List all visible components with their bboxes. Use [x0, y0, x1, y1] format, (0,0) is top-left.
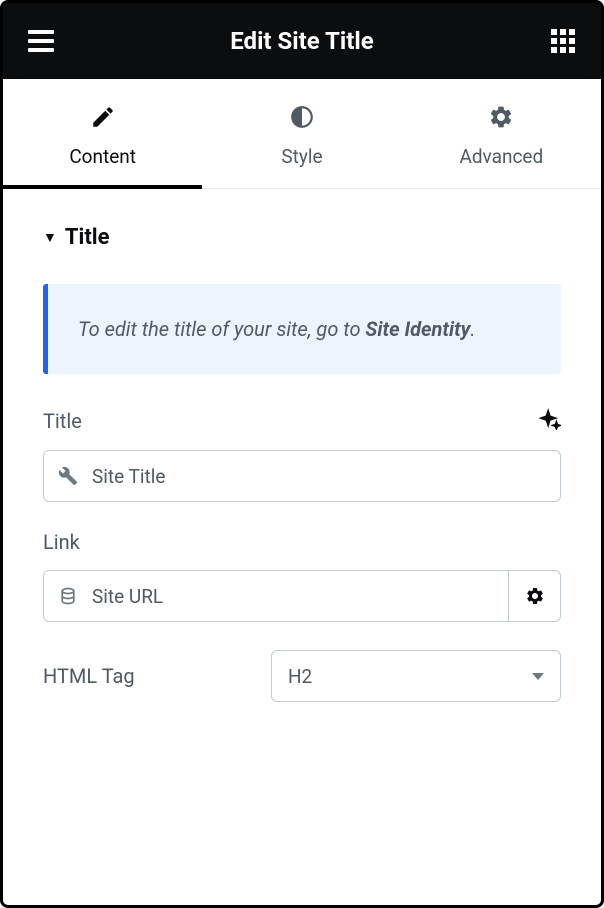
tab-label: Style [281, 145, 322, 168]
info-text-prefix: To edit the title of your site, go to [78, 317, 365, 341]
wrench-icon [58, 466, 78, 486]
tab-style[interactable]: Style [202, 79, 401, 188]
html-tag-value: H2 [288, 665, 312, 688]
dropdown-icon [532, 673, 544, 680]
link-options-button[interactable] [509, 570, 561, 622]
tab-advanced[interactable]: Advanced [402, 79, 601, 188]
database-icon [58, 586, 78, 606]
info-text-suffix: . [470, 317, 475, 341]
info-text-bold: Site Identity [365, 317, 470, 341]
title-label: Title [43, 409, 82, 433]
content-panel: ▼ Title To edit the title of your site, … [3, 189, 601, 766]
field-html-tag: HTML Tag H2 [43, 650, 561, 702]
ai-sparkle-button[interactable] [539, 408, 561, 434]
gear-icon [488, 103, 514, 131]
panel-title: Edit Site Title [230, 27, 373, 55]
panel-header: Edit Site Title [3, 3, 601, 79]
section-title: Title [65, 225, 110, 250]
panel-tabs: Content Style Advanced [3, 79, 601, 189]
tab-label: Content [69, 145, 136, 168]
info-notice: To edit the title of your site, go to Si… [43, 284, 561, 374]
pencil-icon [90, 103, 116, 131]
chevron-down-icon: ▼ [43, 229, 57, 246]
link-label: Link [43, 530, 80, 554]
hamburger-icon [28, 30, 54, 52]
field-title: Title [43, 408, 561, 502]
html-tag-label: HTML Tag [43, 664, 135, 688]
field-link: Link [43, 530, 561, 622]
menu-button[interactable] [25, 25, 57, 57]
gear-icon [525, 586, 545, 606]
apps-button[interactable] [547, 25, 579, 57]
title-input-wrap [43, 450, 561, 502]
section-toggle-title[interactable]: ▼ Title [43, 225, 561, 250]
html-tag-select[interactable]: H2 [271, 650, 561, 702]
link-input[interactable] [92, 585, 494, 608]
link-input-wrap [43, 570, 509, 622]
tab-content[interactable]: Content [3, 79, 202, 188]
title-input[interactable] [92, 465, 546, 488]
sparkle-icon [539, 408, 561, 430]
contrast-icon [289, 103, 315, 131]
tab-label: Advanced [459, 145, 543, 168]
grid-icon [551, 29, 575, 53]
